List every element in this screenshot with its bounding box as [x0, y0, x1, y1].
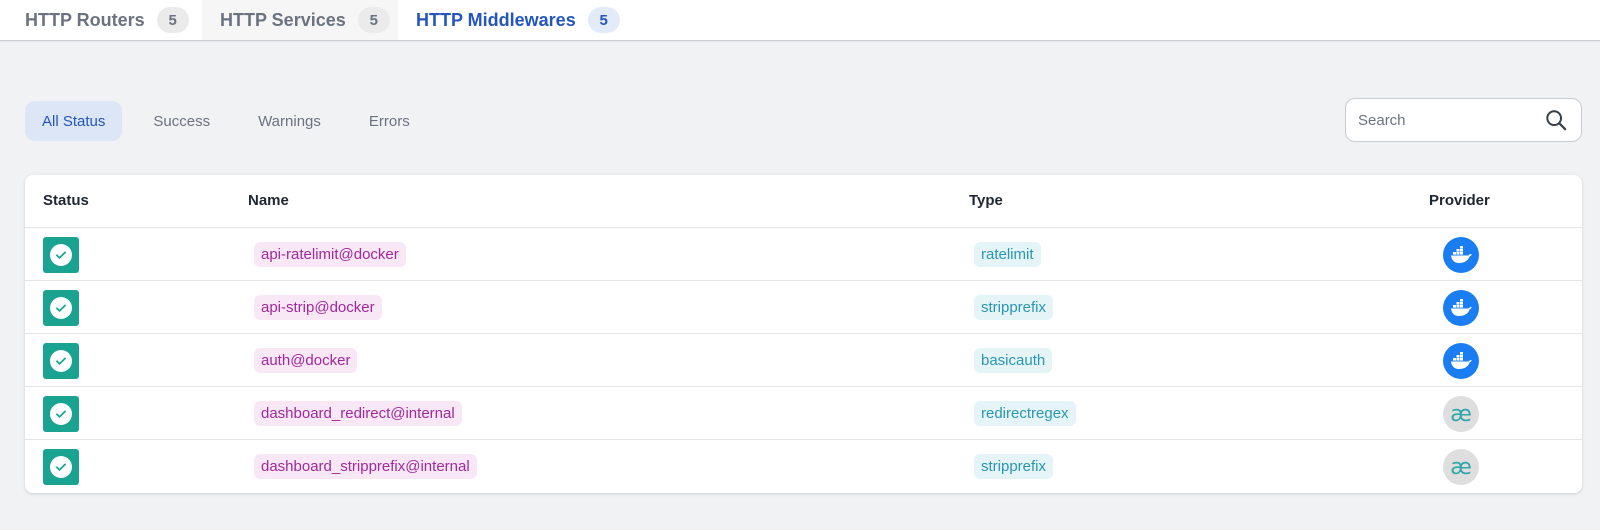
- middleware-name: api-strip@docker: [254, 295, 382, 320]
- tab-count-badge: 5: [587, 7, 620, 33]
- table-row[interactable]: api-strip@docker stripprefix: [25, 281, 1582, 334]
- check-icon: [50, 297, 72, 319]
- status-success-icon: [43, 237, 79, 273]
- table-row[interactable]: dashboard_stripprefix@internal stripprefi…: [25, 440, 1582, 493]
- middleware-type: stripprefix: [974, 295, 1054, 320]
- filter-errors[interactable]: Errors: [352, 101, 427, 141]
- middleware-name: api-ratelimit@docker: [254, 242, 406, 267]
- docker-provider-icon: [1443, 290, 1479, 326]
- middleware-type: ratelimit: [974, 242, 1041, 267]
- middleware-name: dashboard_redirect@internal: [254, 401, 462, 426]
- table-body: api-ratelimit@docker ratelimit api-strip@d…: [25, 228, 1582, 493]
- filter-success[interactable]: Success: [136, 101, 227, 141]
- check-icon: [50, 456, 72, 478]
- search-box: [1345, 98, 1582, 142]
- status-success-icon: [43, 343, 79, 379]
- tab-count-badge: 5: [357, 7, 390, 33]
- table-header: Status Name Type Provider: [25, 175, 1582, 228]
- docker-provider-icon: [1443, 343, 1479, 379]
- tab-label: HTTP Middlewares: [416, 9, 576, 30]
- tab-http-middlewares[interactable]: HTTP Middlewares 5: [398, 0, 628, 40]
- search-input[interactable]: [1358, 99, 1538, 141]
- table-row[interactable]: auth@docker basicauth: [25, 334, 1582, 387]
- top-tab-bar: HTTP Routers 5 HTTP Services 5 HTTP Midd…: [0, 0, 1600, 41]
- filter-warnings[interactable]: Warnings: [241, 101, 338, 141]
- header-status[interactable]: Status: [43, 192, 89, 209]
- middleware-name: dashboard_stripprefix@internal: [254, 454, 477, 479]
- header-type[interactable]: Type: [969, 192, 1003, 209]
- header-name[interactable]: Name: [248, 192, 289, 209]
- internal-glyph: æ: [1450, 401, 1472, 427]
- middleware-type: basicauth: [974, 348, 1053, 373]
- tab-label: HTTP Routers: [25, 9, 145, 30]
- middleware-name: auth@docker: [254, 348, 358, 373]
- middlewares-table: Status Name Type Provider api-ratelimit@…: [25, 175, 1582, 493]
- middleware-type: redirectregex: [974, 401, 1076, 426]
- internal-glyph: æ: [1450, 454, 1472, 480]
- tab-label: HTTP Services: [220, 9, 346, 30]
- table-row[interactable]: api-ratelimit@docker ratelimit: [25, 228, 1582, 281]
- status-success-icon: [43, 290, 79, 326]
- middleware-type: stripprefix: [974, 454, 1054, 479]
- tab-http-services[interactable]: HTTP Services 5: [202, 0, 398, 40]
- docker-provider-icon: [1443, 237, 1479, 273]
- header-provider[interactable]: Provider: [1429, 192, 1490, 209]
- check-icon: [50, 350, 72, 372]
- status-filter-group: All Status Success Warnings Errors: [25, 101, 441, 141]
- filter-all-status[interactable]: All Status: [25, 101, 123, 141]
- status-success-icon: [43, 396, 79, 432]
- search-icon[interactable]: [1545, 109, 1567, 131]
- internal-provider-icon: æ: [1443, 396, 1479, 432]
- check-icon: [50, 244, 72, 266]
- tab-count-badge: 5: [156, 7, 189, 33]
- tab-http-routers[interactable]: HTTP Routers 5: [0, 0, 202, 40]
- check-icon: [50, 403, 72, 425]
- internal-provider-icon: æ: [1443, 449, 1479, 485]
- status-success-icon: [43, 449, 79, 485]
- table-row[interactable]: dashboard_redirect@internal redirectregex…: [25, 387, 1582, 440]
